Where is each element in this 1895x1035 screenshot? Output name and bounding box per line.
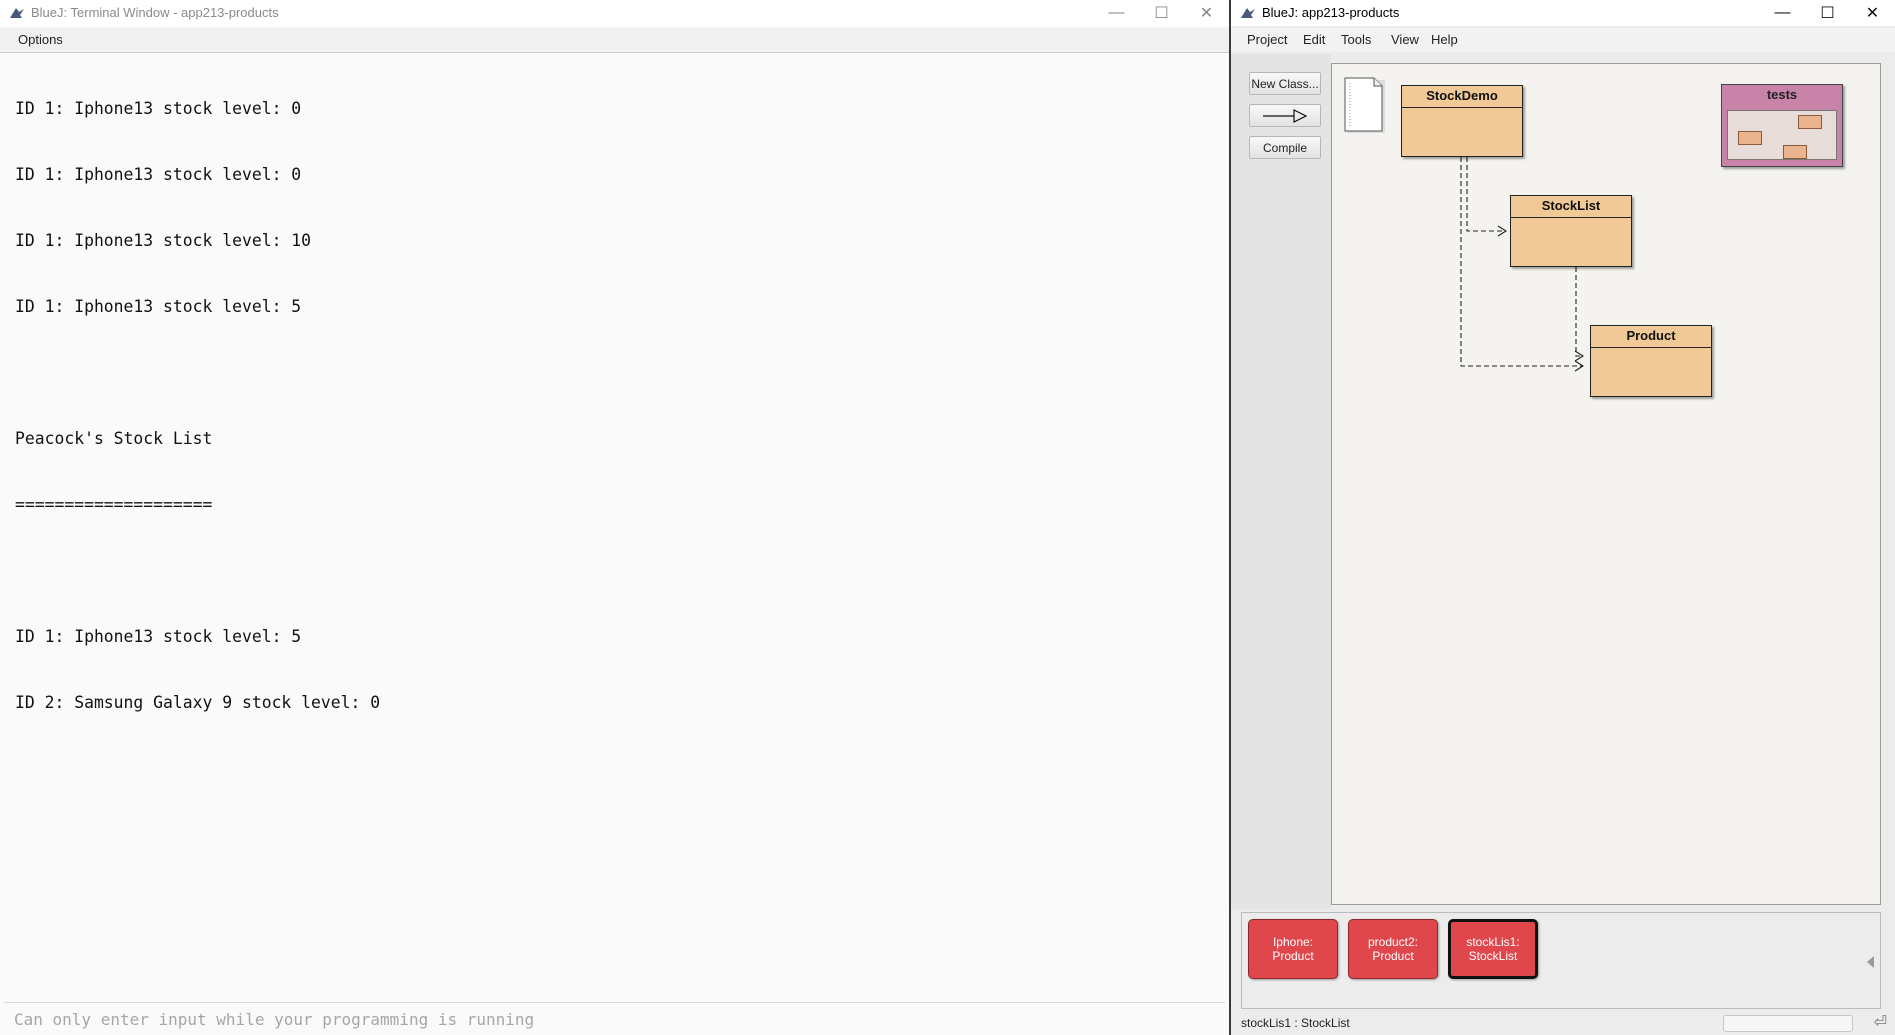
status-field bbox=[1723, 1015, 1853, 1032]
menu-tools[interactable]: Tools bbox=[1341, 32, 1371, 47]
minimize-button[interactable]: — bbox=[1760, 0, 1805, 26]
menu-edit[interactable]: Edit bbox=[1303, 32, 1325, 47]
menu-view[interactable]: View bbox=[1391, 32, 1419, 47]
mini-class-icon bbox=[1783, 145, 1807, 159]
class-name: StockDemo bbox=[1402, 86, 1522, 108]
bluej-bird-icon bbox=[1241, 8, 1255, 18]
terminal-output: ID 1: Iphone13 stock level: 0 ID 1: Ipho… bbox=[15, 54, 1219, 758]
new-class-button[interactable]: New Class... bbox=[1249, 72, 1321, 95]
status-bar: stockLis1 : StockList ⏎ bbox=[1231, 1011, 1895, 1035]
object-iphone[interactable]: Iphone: Product bbox=[1248, 919, 1338, 979]
class-name: Product bbox=[1591, 326, 1711, 348]
object-name: product2: bbox=[1367, 935, 1419, 949]
menu-project[interactable]: Project bbox=[1247, 32, 1287, 47]
readme-document-icon[interactable] bbox=[1344, 77, 1386, 134]
class-name: StockList bbox=[1511, 196, 1631, 218]
package-contents bbox=[1727, 110, 1837, 160]
object-type: StockList bbox=[1468, 949, 1518, 963]
minimize-button[interactable]: — bbox=[1094, 0, 1139, 26]
object-name: stockLis1: bbox=[1466, 935, 1520, 949]
class-product[interactable]: Product bbox=[1590, 325, 1712, 397]
dependency-arrows bbox=[1460, 157, 1585, 372]
output-line: ID 1: Iphone13 stock level: 0 bbox=[15, 165, 302, 184]
package-name: tests bbox=[1766, 87, 1798, 102]
object-product2[interactable]: product2: Product bbox=[1348, 919, 1438, 979]
arrow-right-icon bbox=[1263, 108, 1308, 123]
compile-button[interactable]: Compile bbox=[1249, 136, 1321, 159]
menu-help[interactable]: Help bbox=[1431, 32, 1458, 47]
bluej-bird-icon bbox=[10, 8, 24, 18]
output-line: ID 1: Iphone13 stock level: 10 bbox=[15, 231, 312, 250]
output-line: ID 1: Iphone13 stock level: 5 bbox=[15, 297, 302, 316]
terminal-input[interactable] bbox=[4, 1003, 1225, 1035]
bluej-window: BlueJ: app213-products — ☐ ✕ Project Edi… bbox=[1231, 0, 1895, 1035]
menu-options[interactable]: Options bbox=[18, 32, 63, 47]
status-text: stockLis1 : StockList bbox=[1241, 1016, 1350, 1030]
output-line: ID 2: Samsung Galaxy 9 stock level: 0 bbox=[15, 693, 381, 712]
new-arrow-button[interactable] bbox=[1249, 104, 1321, 127]
bluej-titlebar[interactable]: BlueJ: app213-products — ☐ ✕ bbox=[1231, 0, 1895, 26]
output-line: ==================== bbox=[15, 495, 213, 514]
package-tests[interactable]: tests bbox=[1721, 84, 1843, 167]
output-line: ID 1: Iphone13 stock level: 5 bbox=[15, 627, 302, 646]
close-button[interactable]: ✕ bbox=[1850, 0, 1895, 26]
mini-class-icon bbox=[1798, 115, 1822, 129]
maximize-button[interactable]: ☐ bbox=[1139, 0, 1184, 26]
class-stockdemo[interactable]: StockDemo bbox=[1401, 85, 1523, 157]
class-diagram[interactable]: StockDemo StockList Product tests bbox=[1331, 63, 1881, 905]
terminal-input-area bbox=[4, 1002, 1225, 1035]
tool-panel: New Class... Compile bbox=[1231, 54, 1331, 947]
output-line: ID 1: Iphone13 stock level: 0 bbox=[15, 99, 302, 118]
bluej-menubar: Project Edit Tools View Help bbox=[1231, 28, 1895, 52]
object-name: Iphone: bbox=[1272, 935, 1314, 949]
object-type: Product bbox=[1272, 949, 1314, 963]
mini-class-icon bbox=[1738, 131, 1762, 145]
class-stocklist[interactable]: StockList bbox=[1510, 195, 1632, 267]
enter-return-icon[interactable]: ⏎ bbox=[1874, 1015, 1887, 1031]
object-bench: Iphone: Product product2: Product stockL… bbox=[1241, 912, 1881, 1009]
terminal-titlebar[interactable]: BlueJ: Terminal Window - app213-products… bbox=[0, 0, 1229, 26]
terminal-window: BlueJ: Terminal Window - app213-products… bbox=[0, 0, 1231, 1035]
terminal-menubar: Options bbox=[0, 28, 1229, 53]
scroll-left-icon[interactable] bbox=[1867, 956, 1874, 968]
maximize-button[interactable]: ☐ bbox=[1805, 0, 1850, 26]
terminal-title: BlueJ: Terminal Window - app213-products bbox=[31, 5, 279, 20]
close-button[interactable]: ✕ bbox=[1184, 0, 1229, 26]
object-stocklis1[interactable]: stockLis1: StockList bbox=[1448, 919, 1538, 979]
output-line: Peacock's Stock List bbox=[15, 429, 213, 448]
bluej-title: BlueJ: app213-products bbox=[1262, 5, 1400, 20]
object-type: Product bbox=[1372, 949, 1414, 963]
